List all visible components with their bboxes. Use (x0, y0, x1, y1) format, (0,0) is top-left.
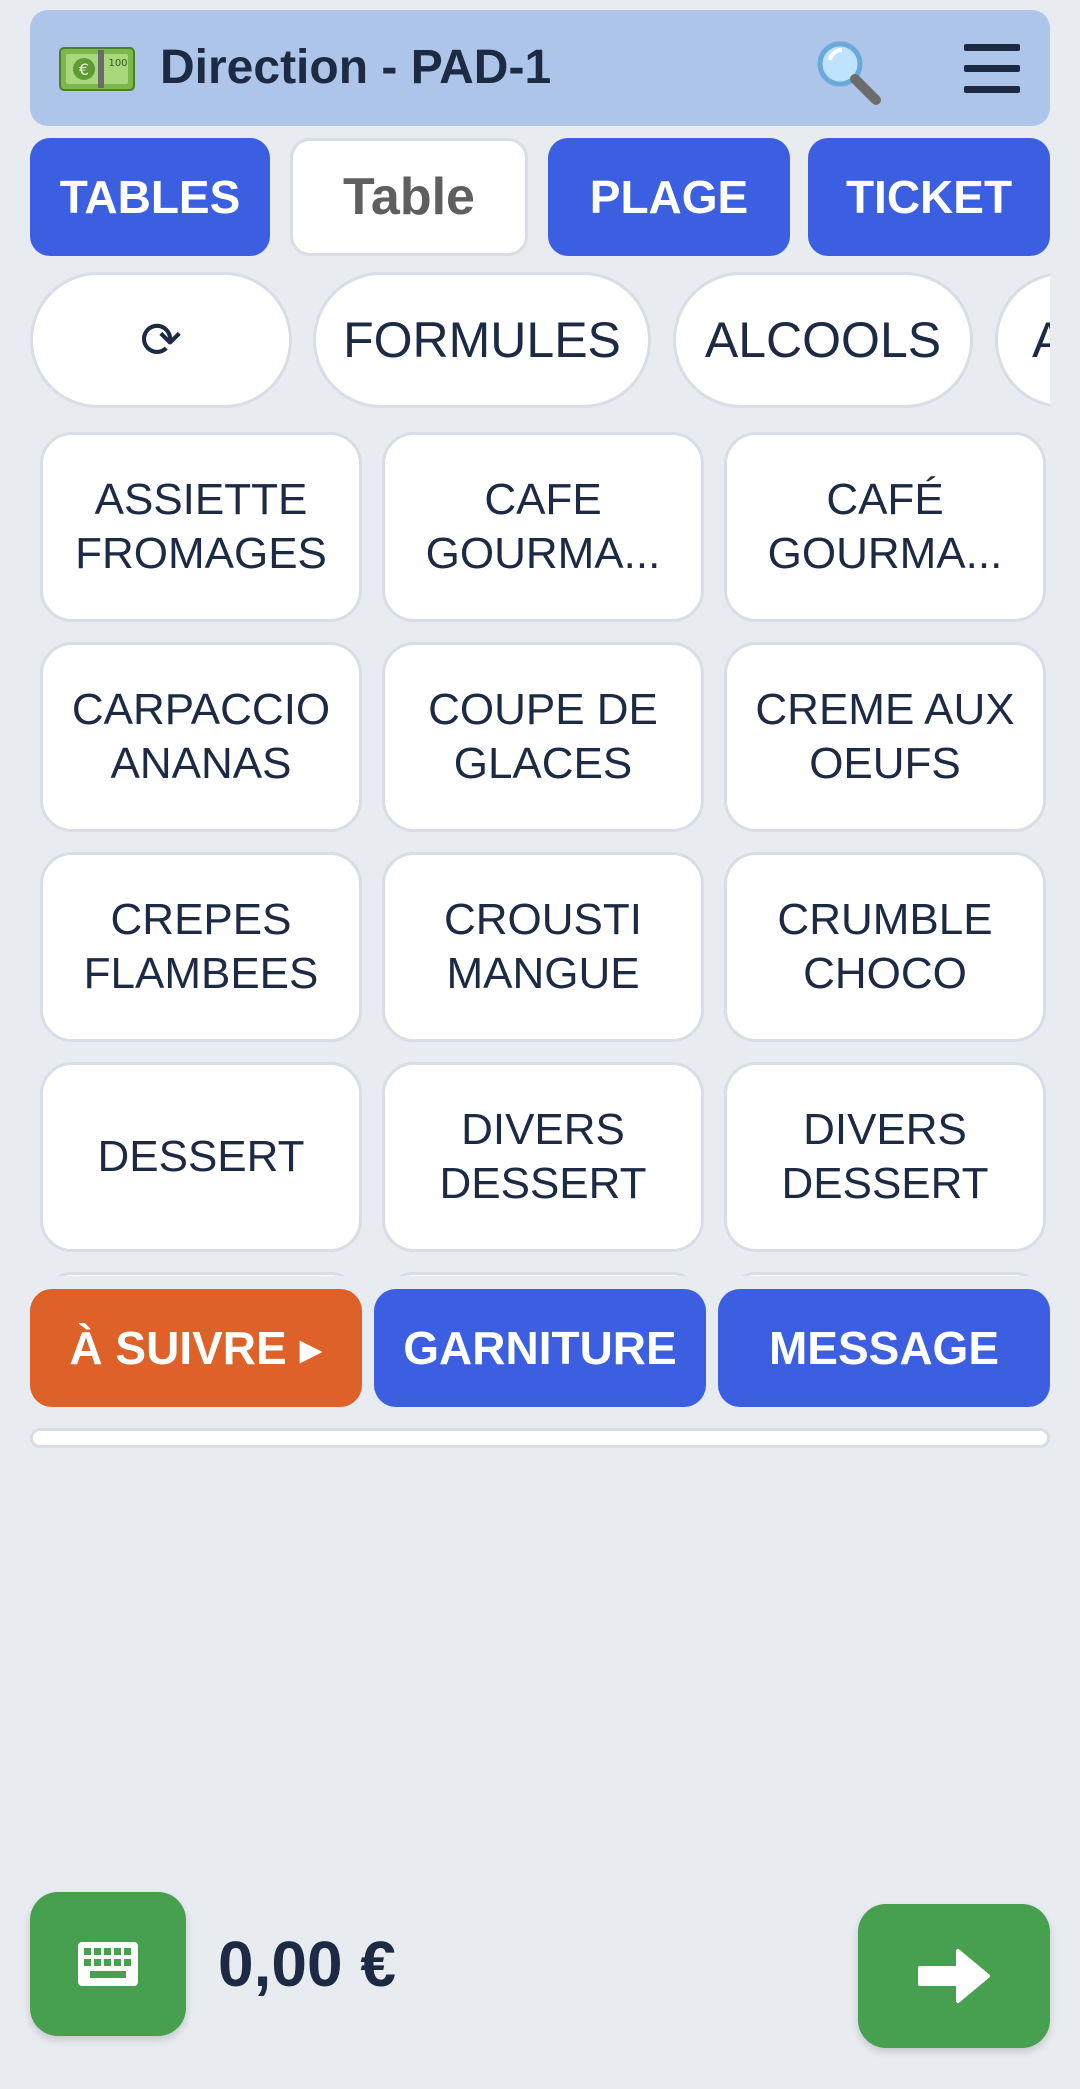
refresh-icon-glyph: ⟳ (140, 312, 182, 368)
product-tile[interactable]: CROUSTI MANGUE (382, 852, 704, 1042)
product-label: CRUMBLE CHOCO (777, 895, 993, 998)
refresh-icon[interactable]: ⟳ (30, 272, 292, 408)
category-label: FORMULES (343, 312, 621, 368)
product-label: CARPACCIO ANANAS (71, 685, 331, 788)
category-formules[interactable]: FORMULES (313, 272, 651, 408)
svg-text:€: € (79, 60, 89, 79)
category-bar: ⟳ FORMULES ALCOOLS A (30, 272, 1050, 416)
next-button[interactable] (858, 1904, 1050, 2048)
app-header: € 100 Direction - PAD-1 (30, 10, 1050, 126)
product-tile[interactable]: DIVERS DESSERT (382, 1062, 704, 1252)
arrow-right-icon (918, 1949, 990, 2003)
money-bill-icon: € 100 (59, 47, 135, 91)
product-label: DIVERS DESSERT (781, 1105, 989, 1208)
product-label: CAFÉ GOURMA... (767, 475, 1003, 578)
product-tile[interactable]: CREME AUX OEUFS (724, 642, 1046, 832)
product-tile[interactable]: CRUMBLE CHOCO (724, 852, 1046, 1042)
product-tile-partial[interactable] (724, 1272, 1046, 1276)
garniture-button[interactable]: GARNITURE (374, 1289, 706, 1407)
product-tile-partial[interactable] (40, 1272, 362, 1276)
product-tile[interactable]: CAFE GOURMA... (382, 432, 704, 622)
page-title: Direction - PAD-1 (160, 41, 552, 94)
keyboard-button[interactable] (30, 1892, 186, 2036)
product-tile[interactable]: CAFÉ GOURMA... (724, 432, 1046, 622)
product-label: COUPE DE GLACES (428, 685, 658, 788)
category-next[interactable]: A (995, 272, 1050, 408)
order-lines-panel (30, 1428, 1050, 1448)
category-label: A (1032, 312, 1050, 368)
product-tile[interactable]: ASSIETTE FROMAGES (40, 432, 362, 622)
product-label: ASSIETTE FROMAGES (75, 475, 327, 578)
product-label: CROUSTI MANGUE (444, 895, 642, 998)
keyboard-icon (78, 1942, 138, 1986)
plage-button[interactable]: PLAGE (548, 138, 790, 256)
product-tile[interactable]: DESSERT (40, 1062, 362, 1252)
total-amount: 0,00 € (218, 1928, 396, 2000)
hamburger-menu-icon[interactable] (964, 44, 1020, 96)
product-grid: ASSIETTE FROMAGES CAFE GOURMA... CAFÉ GOURM… (30, 428, 1050, 1276)
product-tile[interactable]: DIVERS DESSERT (724, 1062, 1046, 1252)
tables-button[interactable]: TABLES (30, 138, 270, 256)
category-label: ALCOOLS (704, 312, 942, 368)
product-label: CAFE GOURMA... (425, 475, 661, 578)
product-tile[interactable]: CARPACCIO ANANAS (40, 642, 362, 832)
product-tile[interactable]: COUPE DE GLACES (382, 642, 704, 832)
ticket-button[interactable]: TICKET (808, 138, 1050, 256)
product-label: CREPES FLAMBEES (83, 895, 319, 998)
product-tile-partial[interactable] (382, 1272, 704, 1276)
message-button[interactable]: MESSAGE (718, 1289, 1050, 1407)
product-label: CREME AUX OEUFS (755, 685, 1015, 788)
search-icon[interactable] (812, 36, 884, 108)
category-alcools[interactable]: ALCOOLS (673, 272, 973, 408)
table-button[interactable]: Table (290, 138, 528, 256)
product-label: DESSERT (97, 1132, 305, 1181)
a-suivre-button[interactable]: À SUIVRE ▸ (30, 1289, 362, 1407)
product-tile[interactable]: CREPES FLAMBEES (40, 852, 362, 1042)
svg-text:100: 100 (108, 58, 127, 69)
product-label: DIVERS DESSERT (439, 1105, 647, 1208)
